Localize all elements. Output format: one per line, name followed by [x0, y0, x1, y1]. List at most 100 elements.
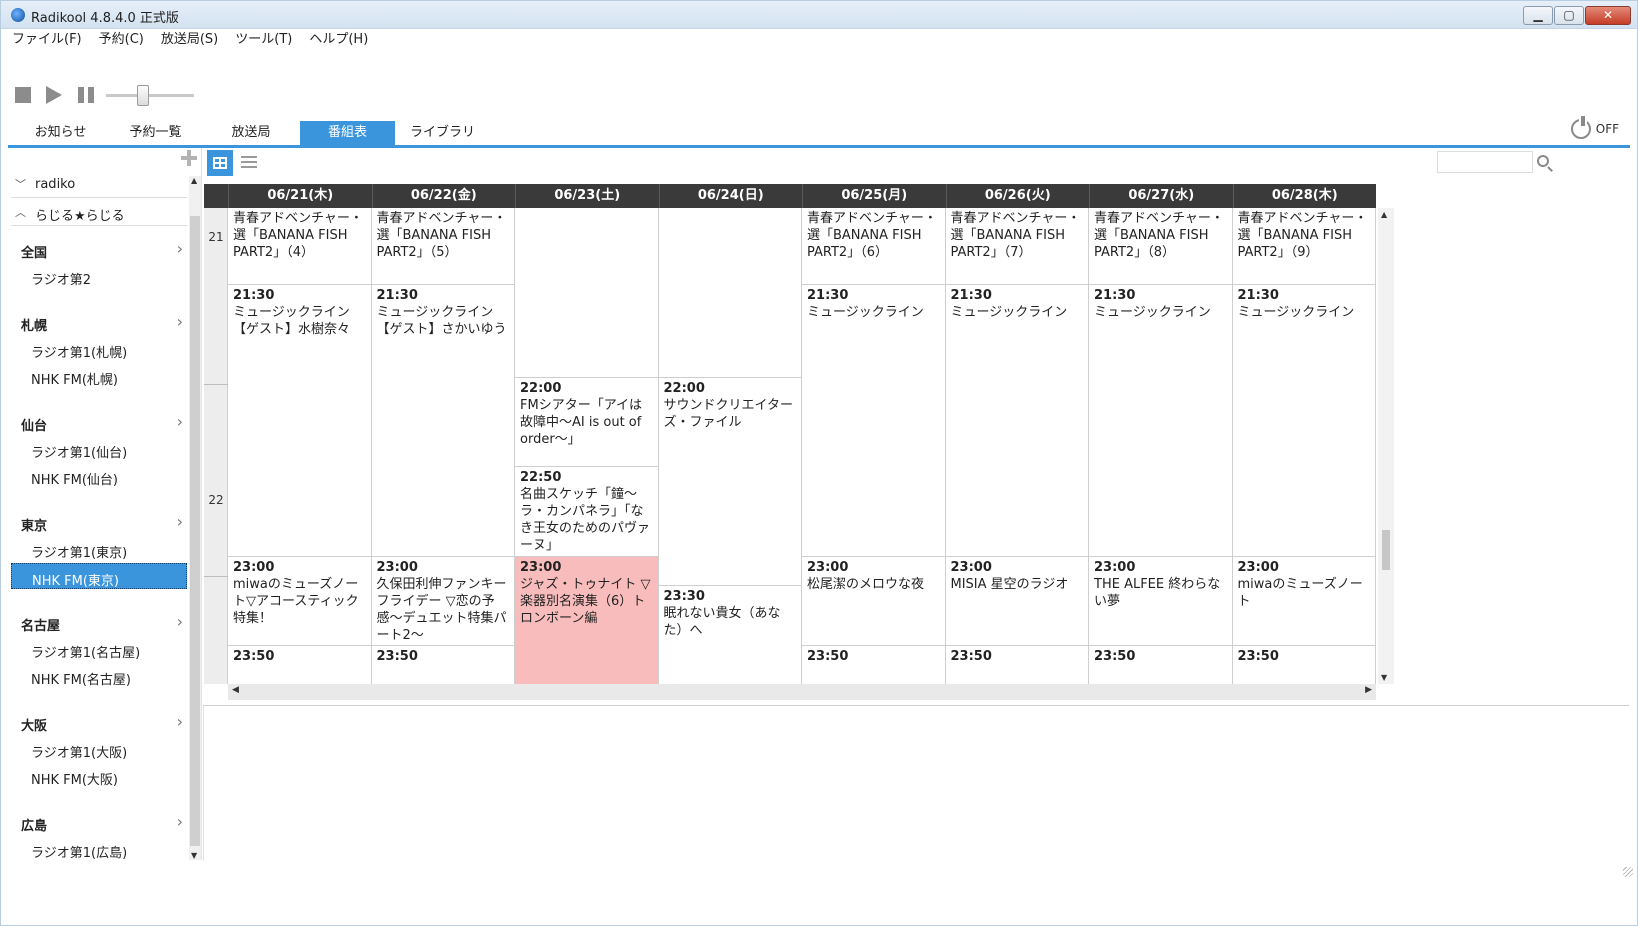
program-cell[interactable]: 21:30 ミュージックライン【ゲスト】水樹奈々 [228, 284, 372, 557]
station-item[interactable]: NHK FM(東京) [11, 563, 187, 589]
program-cell[interactable]: 23:00 THE ALFEE 終わらない夢 [1089, 556, 1233, 647]
program-cell[interactable] [658, 208, 802, 378]
close-button[interactable]: ✕ [1585, 6, 1631, 25]
program-cell[interactable]: 青春アドベンチャー・選「BANANA FISH PART2」（9） [1232, 208, 1376, 285]
region-header[interactable]: 東京 › [11, 509, 187, 535]
menu-reserve[interactable]: 予約(C) [93, 29, 150, 51]
menu-file[interactable]: ファイル(F) [6, 29, 88, 51]
scroll-right-icon[interactable]: ▶ [1365, 685, 1372, 695]
grid-vertical-scrollbar[interactable]: ▲ ▼ [1378, 208, 1394, 684]
program-cell[interactable]: 23:00 miwaのミューズノート [1232, 556, 1376, 647]
program-cell[interactable]: 22:00 FMシアター「アイは故障中〜AI is out of order〜」 [515, 377, 659, 468]
grid-view-button[interactable] [207, 150, 233, 176]
program-cell[interactable]: 21:30 ミュージックライン [945, 284, 1089, 557]
search-input[interactable] [1437, 151, 1533, 173]
station-item[interactable]: NHK FM(名古屋) [11, 663, 187, 689]
resize-grip-icon[interactable] [1623, 867, 1633, 877]
station-item[interactable]: ラジオ第1(仙台) [11, 436, 187, 462]
region-header[interactable]: 名古屋 › [11, 609, 187, 635]
day-header[interactable]: 06/25(月) [802, 184, 946, 208]
program-cell[interactable]: 青春アドベンチャー・選「BANANA FISH PART2」（4） [228, 208, 372, 285]
station-item[interactable]: ラジオ第1(東京) [11, 536, 187, 562]
menu-bar: ファイル(F) 予約(C) 放送局(S) ツール(T) ヘルプ(H) [1, 29, 1637, 51]
day-header[interactable]: 06/28(木) [1232, 184, 1376, 208]
day-header[interactable]: 06/26(火) [945, 184, 1089, 208]
program-cell[interactable]: 21:30 ミュージックライン [1232, 284, 1376, 557]
program-cell[interactable]: 23:50 [371, 646, 515, 684]
tab-library[interactable]: ライブラリ [395, 121, 490, 145]
grid-horizontal-scrollbar[interactable]: ◀ ▶ [228, 684, 1376, 700]
program-cell[interactable]: 23:50 [1232, 646, 1376, 684]
region-header[interactable]: 札幌 › [11, 309, 187, 335]
program-cell[interactable]: 23:00 久保田利伸ファンキーフライデー ▽恋の予感〜デュエット特集パート2〜 [371, 556, 515, 647]
program-cell[interactable]: 23:50 [228, 646, 372, 684]
menu-station[interactable]: 放送局(S) [155, 29, 224, 51]
program-cell[interactable]: 青春アドベンチャー・選「BANANA FISH PART2」（7） [945, 208, 1089, 285]
program-cell[interactable]: 23:00 ジャズ・トゥナイト ▽楽器別名演集（6）トロンボーン編 [515, 556, 659, 684]
pause-icon[interactable] [78, 87, 94, 103]
region-header[interactable]: 全国 › [11, 236, 187, 262]
stop-icon[interactable] [15, 87, 31, 103]
region-header[interactable]: 大阪 › [11, 709, 187, 735]
volume-slider-thumb[interactable] [136, 85, 149, 106]
day-header[interactable]: 06/23(土) [515, 184, 659, 208]
volume-slider[interactable] [106, 94, 194, 97]
program-title: 青春アドベンチャー・選「BANANA FISH PART2」（4） [233, 211, 363, 260]
station-item[interactable]: ラジオ第1(広島) [11, 836, 187, 860]
scroll-up-icon[interactable]: ▲ [1381, 210, 1387, 219]
program-cell[interactable] [515, 208, 659, 378]
tab-stations[interactable]: 放送局 [203, 121, 299, 145]
tab-reservations[interactable]: 予約一覧 [108, 121, 203, 145]
title-bar[interactable]: Radikool 4.8.4.0 正式版 ▁ ▢ ✕ [1, 1, 1637, 29]
scroll-up-icon[interactable]: ▲ [191, 176, 197, 185]
program-cell[interactable]: 23:50 [1089, 646, 1233, 684]
day-header[interactable]: 06/21(木) [228, 184, 372, 208]
program-cell[interactable]: 23:00 MISIA 星空のラジオ [945, 556, 1089, 647]
station-item[interactable]: NHK FM(仙台) [11, 463, 187, 489]
program-cell[interactable]: 22:00 サウンドクリエイターズ・ファイル [658, 377, 802, 586]
play-icon[interactable] [46, 86, 62, 104]
window-controls: ▁ ▢ ✕ [1522, 6, 1631, 25]
minimize-button[interactable]: ▁ [1523, 6, 1553, 25]
list-view-icon[interactable] [241, 156, 257, 169]
program-cell[interactable]: 23:00 miwaのミューズノート▽アコースティック特集！ [228, 556, 372, 647]
program-cell[interactable]: 23:30 眠れない貴女（あなた）へ [658, 585, 802, 684]
scroll-left-icon[interactable]: ◀ [232, 685, 239, 695]
tab-news[interactable]: お知らせ [13, 121, 108, 145]
scrollbar-thumb[interactable] [190, 216, 200, 846]
region-header[interactable]: 仙台 › [11, 409, 187, 435]
program-cell[interactable]: 22:50 名曲スケッチ「鐘〜ラ・カンパネラ」「なき王女のためのパヴァーヌ」 [515, 467, 659, 557]
power-toggle[interactable]: OFF [1570, 116, 1619, 139]
program-cell[interactable]: 23:00 松尾潔のメロウな夜 [802, 556, 946, 647]
program-cell[interactable]: 21:30 ミュージックライン [1089, 284, 1233, 557]
program-cell[interactable]: 23:50 [802, 646, 946, 684]
scrollbar-thumb[interactable] [1382, 530, 1390, 570]
day-header[interactable]: 06/22(金) [371, 184, 515, 208]
station-item[interactable]: ラジオ第1(名古屋) [11, 636, 187, 662]
sidebar-scrollbar[interactable]: ▲ ▼ [189, 176, 201, 860]
program-cell[interactable]: 青春アドベンチャー・選「BANANA FISH PART2」（5） [371, 208, 515, 285]
station-item[interactable]: NHK FM(大阪) [11, 763, 187, 789]
program-cell[interactable]: 青春アドベンチャー・選「BANANA FISH PART2」（8） [1089, 208, 1233, 285]
station-group[interactable]: ﹀ radiko [11, 172, 187, 198]
region-header[interactable]: 広島 › [11, 809, 187, 835]
program-cell[interactable]: 21:30 ミュージックライン【ゲスト】さかいゆう [371, 284, 515, 557]
maximize-button[interactable]: ▢ [1554, 6, 1584, 25]
add-icon[interactable] [181, 150, 197, 166]
day-header[interactable]: 06/24(日) [658, 184, 802, 208]
search-icon[interactable] [1537, 155, 1549, 167]
menu-tools[interactable]: ツール(T) [229, 29, 298, 51]
program-cell[interactable]: 21:30 ミュージックライン [802, 284, 946, 557]
station-group[interactable]: ︿ らじる★らじる [11, 200, 187, 226]
program-cell[interactable]: 青春アドベンチャー・選「BANANA FISH PART2」（6） [802, 208, 946, 285]
station-item[interactable]: NHK FM(札幌) [11, 363, 187, 389]
day-header[interactable]: 06/27(水) [1089, 184, 1233, 208]
scroll-down-icon[interactable]: ▼ [191, 851, 197, 860]
menu-help[interactable]: ヘルプ(H) [303, 29, 374, 51]
station-item[interactable]: ラジオ第2 [11, 263, 187, 289]
station-item[interactable]: ラジオ第1(札幌) [11, 336, 187, 362]
scroll-down-icon[interactable]: ▼ [1381, 673, 1387, 682]
tab-program-guide[interactable]: 番組表 [300, 121, 395, 145]
station-item[interactable]: ラジオ第1(大阪) [11, 736, 187, 762]
program-cell[interactable]: 23:50 [945, 646, 1089, 684]
